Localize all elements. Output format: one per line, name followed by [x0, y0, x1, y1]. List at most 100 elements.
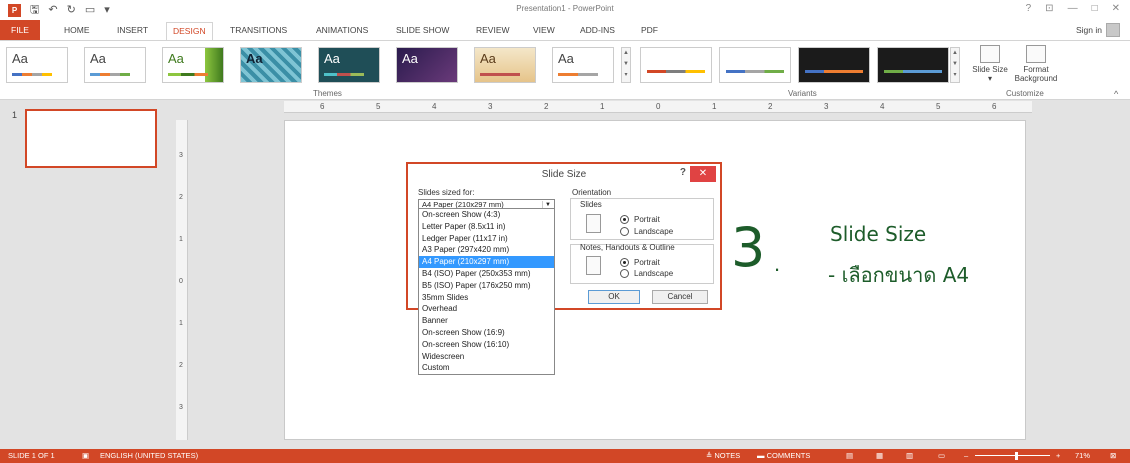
list-item[interactable]: B5 (ISO) Paper (176x250 mm): [419, 280, 554, 292]
notes-portrait-label[interactable]: Portrait: [634, 258, 660, 267]
zoom-slider[interactable]: [975, 455, 1050, 456]
list-item[interactable]: On-screen Show (4:3): [419, 209, 554, 221]
list-item[interactable]: Custom: [419, 362, 554, 374]
window-title: Presentation1 - PowerPoint: [516, 4, 614, 13]
slide-sorter-icon[interactable]: ▦: [876, 449, 883, 463]
tab-animations[interactable]: ANIMATIONS: [316, 24, 368, 40]
help-button[interactable]: ?: [1026, 3, 1032, 14]
slide-counter: SLIDE 1 OF 1: [8, 451, 55, 460]
tab-design[interactable]: DESIGN: [166, 22, 213, 41]
tab-review[interactable]: REVIEW: [476, 24, 510, 40]
zoom-in-button[interactable]: +: [1056, 449, 1060, 463]
variant-4[interactable]: [877, 47, 949, 83]
tab-slide-show[interactable]: SLIDE SHOW: [396, 24, 449, 40]
design-ribbon: Aa Aa Aa Aa Aa Aa Aa Aa ▲ ▼ ▾ Themes ▲ ▼ ▾ V…: [0, 40, 1130, 100]
thumbnail-number: 1: [12, 110, 18, 120]
theme-integral[interactable]: Aa: [240, 47, 302, 83]
format-background-button[interactable]: Format Background: [1010, 45, 1062, 83]
themes-group-label: Themes: [313, 89, 342, 98]
dialog-close-button[interactable]: ✕: [690, 166, 716, 182]
list-item[interactable]: Overhead: [419, 303, 554, 315]
slides-landscape-label[interactable]: Landscape: [634, 227, 673, 236]
notes-handouts-label: Notes, Handouts & Outline: [580, 243, 675, 252]
sized-for-label: Slides sized for:: [418, 188, 475, 197]
list-item[interactable]: Banner: [419, 315, 554, 327]
list-item[interactable]: On-screen Show (16:9): [419, 327, 554, 339]
list-item[interactable]: On-screen Show (16:10): [419, 339, 554, 351]
normal-view-icon[interactable]: ▤: [846, 449, 853, 463]
variants-gallery-scroll[interactable]: ▲ ▼ ▾: [950, 47, 960, 83]
slide-subtitle[interactable]: - เลือกขนาด A4: [828, 259, 969, 291]
slide-size-options-list: On-screen Show (4:3) Letter Paper (8.5x1…: [418, 208, 555, 375]
close-button[interactable]: ✕: [1112, 3, 1120, 14]
slide-thumbnail[interactable]: [25, 109, 157, 168]
zoom-level[interactable]: 71%: [1075, 449, 1090, 463]
theme-facet[interactable]: Aa: [162, 47, 224, 83]
ok-button[interactable]: OK: [588, 290, 640, 304]
slide-size-icon: [980, 45, 1000, 63]
slide-title[interactable]: Slide Size: [830, 222, 926, 246]
minimize-button[interactable]: —: [1068, 3, 1078, 14]
sign-in[interactable]: Sign in: [1076, 23, 1120, 37]
slideshow-view-icon[interactable]: ▭: [938, 449, 945, 463]
notes-portrait-radio[interactable]: [620, 258, 629, 267]
list-item-selected[interactable]: A4 Paper (210x297 mm): [419, 256, 554, 268]
tab-insert[interactable]: INSERT: [117, 24, 148, 40]
slide-step-number[interactable]: 3: [731, 218, 765, 278]
dialog-help-button[interactable]: ?: [680, 167, 686, 178]
notes-button[interactable]: ≜ NOTES: [706, 449, 740, 463]
list-item[interactable]: A3 Paper (297x420 mm): [419, 244, 554, 256]
theme-organic[interactable]: Aa: [474, 47, 536, 83]
list-item[interactable]: Widescreen: [419, 351, 554, 363]
tab-pdf[interactable]: PDF: [641, 24, 658, 40]
slide-size-button[interactable]: Slide Size ▾: [972, 45, 1008, 83]
theme-ion[interactable]: Aa: [318, 47, 380, 83]
theme-ion-boardroom[interactable]: Aa: [396, 47, 458, 83]
collapse-ribbon-icon[interactable]: ^: [1114, 89, 1118, 99]
notes-landscape-radio[interactable]: [620, 269, 629, 278]
tab-file[interactable]: FILE: [0, 20, 40, 40]
notes-landscape-label[interactable]: Landscape: [634, 269, 673, 278]
tab-home[interactable]: HOME: [64, 24, 90, 40]
paint-bucket-icon: [1026, 45, 1046, 63]
vertical-ruler: 3 2 1 0 1 2 3: [176, 120, 188, 440]
tab-add-ins[interactable]: ADD-INS: [580, 24, 615, 40]
slides-portrait-label[interactable]: Portrait: [634, 215, 660, 224]
zoom-slider-thumb[interactable]: [1015, 452, 1018, 460]
variants-group-label: Variants: [788, 89, 817, 98]
tab-view[interactable]: VIEW: [533, 24, 555, 40]
notes-page-icon: [586, 256, 601, 275]
ribbon-tabs: FILE HOME INSERT DESIGN TRANSITIONS ANIM…: [0, 20, 1130, 41]
comments-button[interactable]: ▬ COMMENTS: [757, 449, 810, 463]
language-status[interactable]: ENGLISH (UNITED STATES): [100, 449, 198, 463]
slides-landscape-radio[interactable]: [620, 227, 629, 236]
fit-slide-icon[interactable]: ⊠: [1110, 449, 1116, 463]
themes-gallery-scroll[interactable]: ▲ ▼ ▾: [621, 47, 631, 83]
ribbon-display-options-icon[interactable]: ⊡: [1045, 3, 1053, 14]
variant-2[interactable]: [719, 47, 791, 83]
maximize-button[interactable]: □: [1092, 3, 1098, 14]
variant-3[interactable]: [798, 47, 870, 83]
portrait-page-icon: [586, 214, 601, 233]
tab-transitions[interactable]: TRANSITIONS: [230, 24, 287, 40]
reading-view-icon[interactable]: ▥: [906, 449, 913, 463]
zoom-out-button[interactable]: –: [964, 449, 968, 463]
avatar[interactable]: [1106, 23, 1120, 37]
theme-retrospect[interactable]: Aa: [552, 47, 614, 83]
title-bar: P 🖫 ↶ ↻ ▭ ▾ Presentation1 - PowerPoint ?…: [0, 0, 1130, 20]
sign-in-label[interactable]: Sign in: [1076, 25, 1102, 35]
slides-label: Slides: [580, 200, 602, 209]
theme-office-2[interactable]: Aa: [84, 47, 146, 83]
list-item[interactable]: Letter Paper (8.5x11 in): [419, 221, 554, 233]
slides-portrait-radio[interactable]: [620, 215, 629, 224]
horizontal-ruler: 6 5 4 3 2 1 0 1 2 3 4 5 6: [284, 101, 1032, 113]
theme-office[interactable]: Aa: [6, 47, 68, 83]
orientation-label: Orientation: [572, 188, 612, 197]
spellcheck-icon[interactable]: ▣: [82, 449, 89, 463]
cancel-button[interactable]: Cancel: [652, 290, 708, 304]
list-item[interactable]: 35mm Slides: [419, 292, 554, 304]
list-item[interactable]: Ledger Paper (11x17 in): [419, 233, 554, 245]
variant-1[interactable]: [640, 47, 712, 83]
list-item[interactable]: B4 (ISO) Paper (250x353 mm): [419, 268, 554, 280]
dialog-title: Slide Size: [541, 169, 587, 180]
